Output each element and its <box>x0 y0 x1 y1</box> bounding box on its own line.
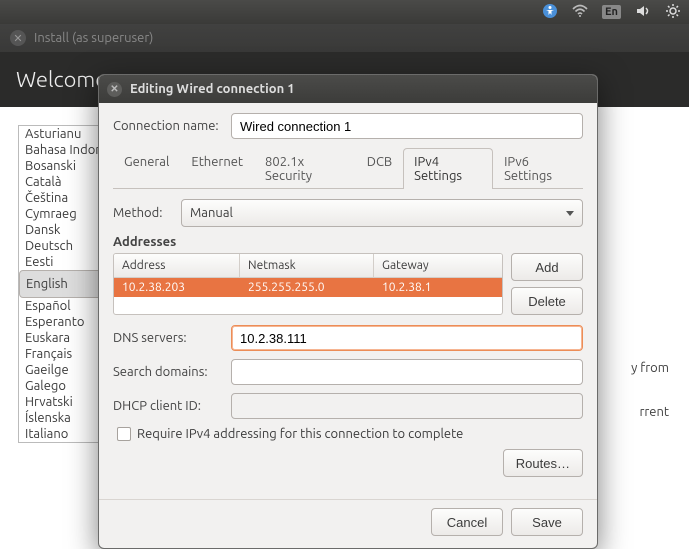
dialog-titlebar: ✕ Editing Wired connection 1 <box>99 75 597 103</box>
connection-name-label: Connection name: <box>113 119 223 133</box>
addresses-section-label: Addresses <box>113 235 583 249</box>
addresses-table-header: Address Netmask Gateway <box>114 254 502 278</box>
tab-general[interactable]: General <box>113 148 180 189</box>
gear-icon[interactable] <box>665 3 681 22</box>
connection-name-input[interactable] <box>231 113 583 139</box>
bg-text-fragment: y from <box>631 361 669 375</box>
keyboard-layout-indicator[interactable]: En <box>602 5 621 19</box>
col-address: Address <box>114 254 240 277</box>
search-domains-label: Search domains: <box>113 365 223 379</box>
addresses-table[interactable]: Address Netmask Gateway 10.2.38.203 255.… <box>113 253 503 315</box>
dns-servers-label: DNS servers: <box>113 331 223 345</box>
cell-gateway: 10.2.38.1 <box>374 278 502 297</box>
tab-ipv4-settings[interactable]: IPv4 Settings <box>403 148 493 189</box>
installer-title-text: Install (as superuser) <box>34 31 153 45</box>
routes-button[interactable]: Routes… <box>503 449 583 477</box>
close-icon[interactable]: ✕ <box>107 82 122 97</box>
accessibility-icon[interactable] <box>542 3 558 22</box>
dns-servers-input[interactable] <box>231 325 583 351</box>
require-ipv4-label: Require IPv4 addressing for this connect… <box>137 427 463 441</box>
method-label: Method: <box>113 206 173 220</box>
network-editor-dialog: ✕ Editing Wired connection 1 Connection … <box>98 74 598 549</box>
cancel-button[interactable]: Cancel <box>431 508 503 536</box>
chevron-down-icon <box>566 211 574 216</box>
table-empty-space <box>114 297 502 311</box>
tabstrip: GeneralEthernet802.1x SecurityDCBIPv4 Se… <box>113 147 583 189</box>
dhcp-client-id-label: DHCP client ID: <box>113 399 223 413</box>
col-netmask: Netmask <box>240 254 374 277</box>
welcome-heading: Welcome <box>16 67 107 92</box>
volume-icon[interactable] <box>635 3 651 22</box>
tab-dcb[interactable]: DCB <box>356 148 403 189</box>
delete-button[interactable]: Delete <box>511 287 583 315</box>
installer-titlebar: ✕ Install (as superuser) <box>0 24 689 52</box>
close-icon[interactable]: ✕ <box>10 30 26 46</box>
method-select[interactable]: Manual <box>181 199 583 227</box>
tab-ethernet[interactable]: Ethernet <box>180 148 254 189</box>
dialog-footer: Cancel Save <box>99 499 597 548</box>
method-select-value: Manual <box>190 206 233 220</box>
require-ipv4-checkbox[interactable] <box>117 427 131 441</box>
table-row[interactable]: 10.2.38.203 255.255.255.0 10.2.38.1 <box>114 278 502 297</box>
col-gateway: Gateway <box>374 254 502 277</box>
cell-address: 10.2.38.203 <box>114 278 240 297</box>
dhcp-client-id-input <box>231 393 583 419</box>
dialog-title-text: Editing Wired connection 1 <box>130 82 295 96</box>
search-domains-input[interactable] <box>231 359 583 385</box>
tab-ipv6-settings[interactable]: IPv6 Settings <box>493 148 583 189</box>
save-button[interactable]: Save <box>511 508 583 536</box>
add-button[interactable]: Add <box>511 253 583 281</box>
cell-netmask: 255.255.255.0 <box>240 278 374 297</box>
wifi-icon[interactable] <box>572 3 588 22</box>
bg-text-fragment: rrent <box>639 405 669 419</box>
tab-802-1x-security[interactable]: 802.1x Security <box>254 148 356 189</box>
system-topbar: En <box>0 0 689 24</box>
